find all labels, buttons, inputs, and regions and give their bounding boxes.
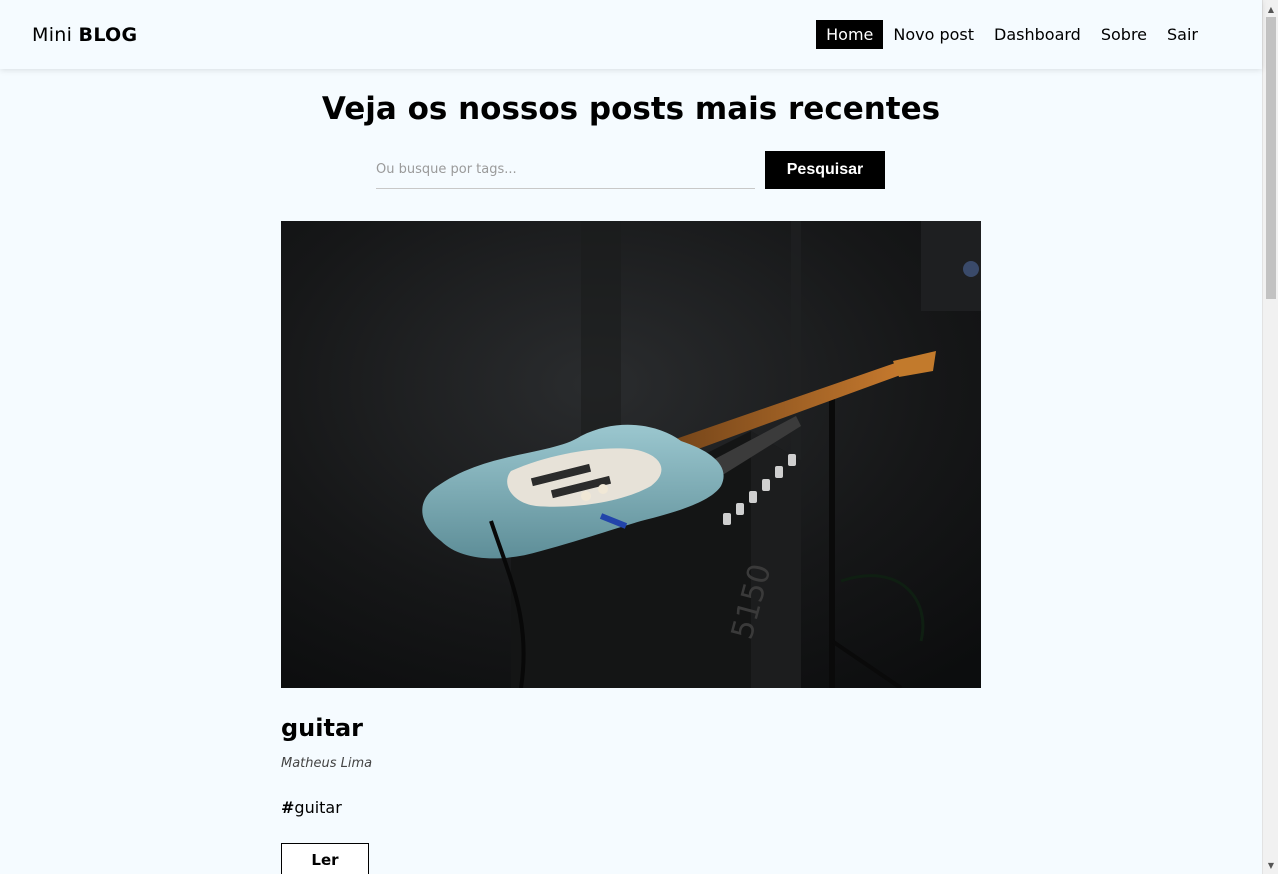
nav-link-sobre[interactable]: Sobre: [1091, 20, 1157, 49]
tag-hash: #: [281, 798, 295, 817]
scroll-down-arrow-icon[interactable]: ▼: [1263, 858, 1278, 872]
page: Mini BLOG Home Novo post Dashboard Sobre…: [0, 0, 1278, 874]
post-author: Matheus Lima: [281, 756, 373, 771]
post-tags: #guitar: [281, 798, 981, 817]
brand-bold: BLOG: [78, 23, 138, 46]
scroll-up-arrow-icon[interactable]: ▲: [1263, 2, 1278, 16]
post-title: guitar: [281, 714, 363, 742]
search-button[interactable]: Pesquisar: [765, 151, 885, 189]
navbar: Mini BLOG Home Novo post Dashboard Sobre…: [0, 0, 1262, 69]
tag-label: guitar: [294, 798, 342, 817]
search-form: Pesquisar: [376, 151, 885, 189]
brand-light: Mini: [32, 23, 73, 46]
scroll-thumb[interactable]: [1266, 17, 1276, 299]
post-card: 5150 guitar Matheus Lima #guitar Ler: [281, 221, 981, 874]
nav-link-novo-post[interactable]: Novo post: [883, 20, 984, 49]
search-input[interactable]: [376, 151, 755, 189]
nav-link-dashboard[interactable]: Dashboard: [984, 20, 1091, 49]
post-image[interactable]: 5150: [281, 221, 981, 688]
scrollbar[interactable]: ▲ ▼: [1262, 0, 1278, 874]
read-button[interactable]: Ler: [281, 843, 369, 874]
page-title: Veja os nossos posts mais recentes: [321, 91, 941, 127]
nav-link-home[interactable]: Home: [816, 20, 884, 49]
brand-logo[interactable]: Mini BLOG: [32, 24, 137, 46]
nav-link-sair[interactable]: Sair: [1157, 20, 1208, 49]
nav-links: Home Novo post Dashboard Sobre Sair: [816, 20, 1208, 49]
